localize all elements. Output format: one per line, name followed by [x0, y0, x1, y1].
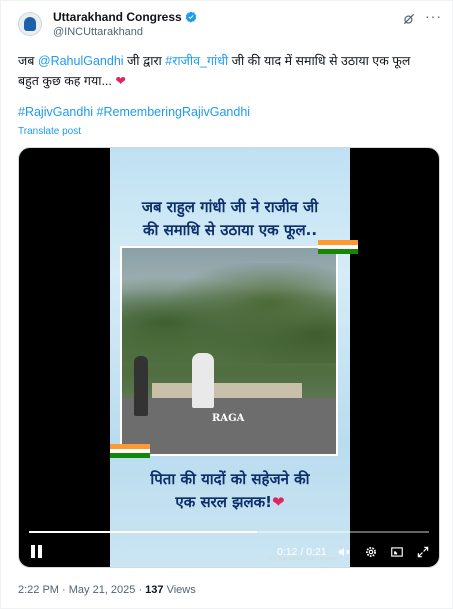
grok-icon[interactable] [402, 12, 416, 26]
translate-post-link[interactable]: Translate post [18, 126, 81, 137]
congress-hand-icon [24, 17, 36, 31]
views-count: 137 [145, 584, 164, 596]
flag-icon [318, 240, 358, 254]
author-name[interactable]: Uttarakhand Congress [53, 10, 182, 24]
author-name-row[interactable]: Uttarakhand Congress [53, 10, 197, 24]
video-player[interactable]: जब राहुल गांधी जी ने राजीव जी की समाधि स… [18, 147, 440, 568]
avatar[interactable] [18, 12, 42, 36]
more-options-icon[interactable]: ··· [425, 8, 442, 24]
hashtag-link-inline[interactable]: #राजीव_गांधी [165, 54, 228, 68]
caption-line: की समाधि से उठाया एक फूल.. [142, 221, 318, 239]
tweet-text-part: बहुत कुछ कह गया... [18, 74, 116, 88]
video-progress-fill [29, 531, 258, 533]
video-progress-bar[interactable] [29, 531, 429, 533]
verified-badge-icon [185, 11, 196, 23]
tweet-text-part: जी द्वारा [123, 54, 166, 68]
tweet-text: जब @RahulGandhi जी द्वारा #राजीव_गांधी ज… [18, 51, 438, 91]
hashtag-links[interactable]: #RajivGandhi #RememberingRajivGandhi [18, 105, 250, 119]
video-caption-bottom: पिता की यादों को सहेजने की एक सरल झलक!❤ [110, 468, 350, 514]
video-time: 0:12 / 0:21 [277, 546, 327, 558]
video-photo: RAGA [120, 246, 338, 456]
ground [122, 398, 336, 454]
caption-line: एक सरल झलक! [175, 493, 272, 511]
views-label: Views [163, 584, 196, 596]
picture-in-picture-icon[interactable] [390, 545, 404, 559]
person-figure [134, 356, 148, 416]
volume-muted-icon[interactable] [337, 545, 351, 559]
post-meta: 2:22 PM · May 21, 2025 · 137 Views [18, 584, 196, 596]
heart-icon: ❤ [115, 74, 126, 88]
caption-line: जब राहुल गांधी जी ने राजीव जी [141, 198, 319, 216]
video-frame: जब राहुल गांधी जी ने राजीव जी की समाधि स… [110, 148, 358, 567]
person-figure [192, 353, 214, 408]
caption-line: पिता की यादों को सहेजने की [150, 470, 310, 488]
tweet-text-part: जब [18, 54, 38, 68]
video-controls: 0:12 / 0:21 [19, 541, 439, 563]
tweet-card: Uttarakhand Congress @INCUttarakhand ···… [0, 0, 453, 609]
mention-link[interactable]: @RahulGandhi [38, 54, 124, 68]
pause-icon[interactable] [31, 545, 43, 558]
heart-icon: ❤ [272, 493, 285, 511]
watermark-logo: RAGA [212, 413, 245, 424]
post-timestamp[interactable]: 2:22 PM · May 21, 2025 · [18, 584, 145, 596]
settings-gear-icon[interactable] [364, 545, 378, 559]
video-caption-top: जब राहुल गांधी जी ने राजीव जी की समाधि स… [110, 196, 350, 242]
flag-icon [110, 444, 150, 458]
fullscreen-icon[interactable] [416, 545, 430, 559]
author-handle[interactable]: @INCUttarakhand [53, 26, 143, 38]
trees [122, 263, 336, 363]
tweet-text-part: जी की याद में समाधि से उठाया एक फूल [228, 54, 411, 68]
